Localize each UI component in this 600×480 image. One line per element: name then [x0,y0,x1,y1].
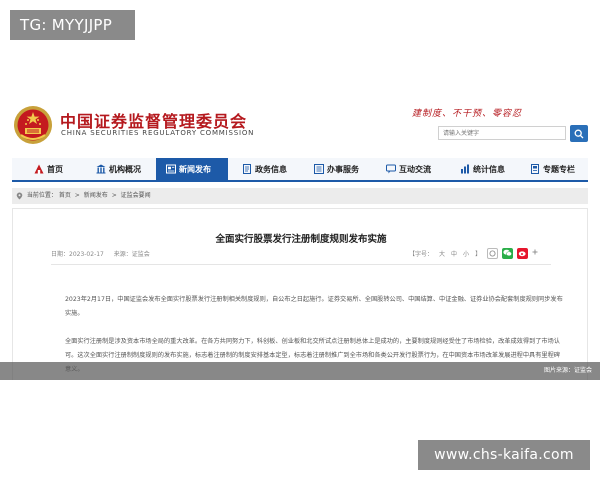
site-header: 中国证券监督管理委员会 CHINA SECURITIES REGULATORY … [0,100,600,152]
breadcrumb: 当前位置： 首页 > 新闻发布 > 证监会要闻 [12,188,588,204]
nav-item-statistics[interactable]: 统计信息 [444,158,516,180]
nav-item-topics[interactable]: 专题专栏 [516,158,588,180]
nav-item-label: 新闻发布 [179,164,211,174]
website-screenshot: 中国证券监督管理委员会 CHINA SECURITIES REGULATORY … [0,100,600,380]
share-weibo-button[interactable] [517,247,529,259]
font-size-medium-button[interactable]: 中 [451,249,457,258]
breadcrumb-item-home[interactable]: 首页 [59,192,71,199]
nav-item-label: 政务信息 [255,164,287,174]
font-size-close: 】 [475,250,482,258]
font-size-small-button[interactable]: 小 [463,249,469,258]
home-icon [34,164,44,174]
nav-item-label: 统计信息 [473,164,505,174]
national-emblem-icon [14,106,52,144]
article-meta: 日期：2023-02-17 来源：证监会 [51,249,158,258]
weibo-icon [518,251,526,257]
tag-watermark: TG: MYYJJPP [10,10,135,40]
breadcrumb-separator: > [74,192,80,199]
nav-item-label: 互动交流 [399,164,431,174]
nav-item-interaction[interactable]: 互动交流 [372,158,444,180]
article-paragraph: 2023年2月17日，中国证监会发布全面实行股票发行注册制相关制度规则，自公布之… [65,296,563,317]
share-copy-button[interactable] [487,247,499,259]
article-date: 日期：2023-02-17 [51,251,104,258]
nav-item-label: 办事服务 [327,164,359,174]
article-title: 全面实行股票发行注册制度规则发布实施 [215,234,387,245]
service-icon [314,164,324,174]
font-size-label: 【字号： [409,250,434,258]
page: TG: MYYJJPP 中国证券监督管理委员会 CHINA SECURITIES… [0,0,600,480]
topic-icon [531,164,539,174]
nav-item-services[interactable]: 办事服务 [300,158,372,180]
stats-icon [461,164,469,174]
breadcrumb-item-news[interactable]: 新闻发布 [84,192,108,199]
link-icon [489,250,496,256]
search-input[interactable] [438,126,566,140]
news-icon [166,164,176,174]
document-icon [243,164,251,174]
breadcrumb-separator: > [111,192,117,199]
slogan: 建制度、不干预、零容忍 [412,109,523,119]
article-panel: 全面实行股票发行注册制度规则发布实施 日期：2023-02-17 来源：证监会 … [12,208,588,380]
breadcrumb-item-csrc-news[interactable]: 证监会要闻 [121,192,151,199]
share-wechat-button[interactable] [502,247,514,259]
main-nav: 首页 机构概况 新闻发布 政务信息 办事服务 互动交流 统计信息 专题专栏 [12,158,588,182]
image-caption: 图片来源：证监会 [0,362,600,380]
article-source: 来源：证监会 [113,251,150,258]
nav-item-home[interactable]: 首页 [12,158,84,180]
nav-item-government[interactable]: 政务信息 [228,158,300,180]
nav-item-label: 机构概况 [109,164,141,174]
wechat-icon [503,249,512,257]
search-icon [574,129,584,138]
site-watermark: www.chs-kaifa.com [418,440,590,470]
site-subtitle: CHINA SECURITIES REGULATORY COMMISSION [61,129,255,137]
article-tools: 【字号： 大 中 小 】 [409,247,544,259]
meta-divider [51,264,551,265]
search-button[interactable] [570,125,588,142]
more-share-button[interactable] [532,249,538,257]
nav-item-label: 专题专栏 [543,164,575,174]
nav-item-label: 首页 [47,164,63,174]
location-pin-icon [16,192,23,199]
chat-icon [386,164,396,174]
plus-icon [532,249,538,255]
nav-item-about[interactable]: 机构概况 [84,158,156,180]
nav-item-news[interactable]: 新闻发布 [156,158,228,180]
breadcrumb-prefix: 当前位置： [26,192,57,199]
building-icon [96,164,106,174]
font-size-large-button[interactable]: 大 [439,249,445,258]
